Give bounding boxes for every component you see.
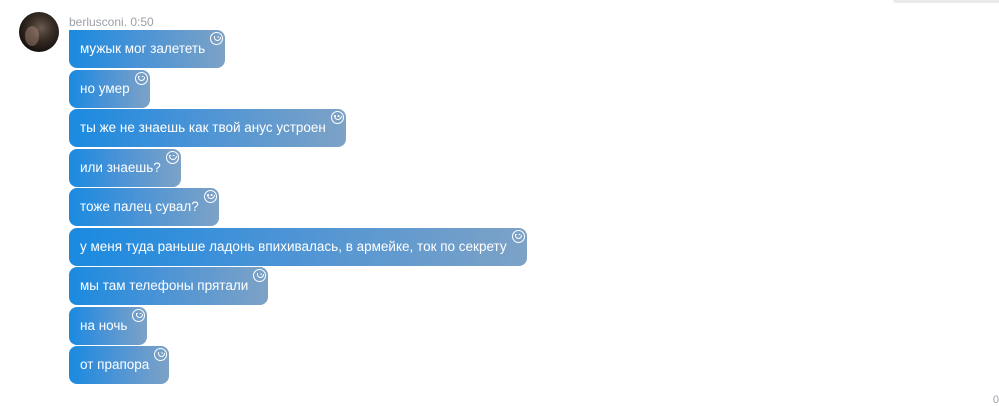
author-name[interactable]: berlusconi. [69,15,127,29]
corner-counter: 0 [992,394,999,406]
message-text: тоже палец сувал? [80,199,199,214]
message-text: мы там телефоны прятали [80,278,249,293]
message-text: на ночь [80,317,128,333]
message-bubble[interactable]: мужык мог залететь [69,30,226,68]
message-bubble[interactable]: мы там телефоны прятали [69,267,269,305]
smile-icon[interactable] [203,190,217,203]
message-bubble[interactable]: на ночь [69,306,148,345]
smile-icon[interactable] [210,32,224,45]
message-row: или знаешь? [69,148,527,189]
message-text: у меня туда раньше ладонь впихивалась, в… [80,238,507,254]
message-meta: berlusconi. 0:50 [69,15,154,29]
smile-icon[interactable] [330,111,344,124]
message-row: от прапора [69,346,527,386]
message-bubble[interactable]: у меня туда раньше ладонь впихивалась, в… [69,227,527,266]
message-list: мужык мог залететь но умер ты же не знае… [69,30,527,386]
smile-icon[interactable] [165,150,179,164]
message-row: на ночь [69,306,527,347]
message-time: 0:50 [130,15,154,29]
message-row: мы там телефоны прятали [69,267,527,307]
message-text: от прапора [80,357,150,372]
smile-icon[interactable] [253,269,267,282]
message-text: мужык мог залететь [80,41,206,56]
message-bubble[interactable]: или знаешь? [69,148,181,187]
smile-icon[interactable] [511,229,525,243]
smile-icon[interactable] [132,308,146,322]
smile-icon[interactable] [134,71,148,85]
avatar[interactable] [19,12,59,52]
smile-icon[interactable] [154,348,168,361]
message-bubble[interactable]: от прапора [69,346,170,384]
message-text: ты же не знаешь как твой анус устроен [80,120,326,135]
message-row: мужык мог залететь [69,30,527,70]
message-text: но умер [80,80,130,96]
message-bubble[interactable]: но умер [69,69,150,108]
top-scrollbar[interactable] [893,0,999,3]
message-row: но умер [69,69,527,110]
message-bubble[interactable]: тоже палец сувал? [69,188,219,226]
message-bubble[interactable]: ты же не знаешь как твой анус устроен [69,109,346,147]
message-text: или знаешь? [80,159,161,175]
message-row: тоже палец сувал? [69,188,527,228]
message-row: ты же не знаешь как твой анус устроен [69,109,527,149]
message-row: у меня туда раньше ладонь впихивалась, в… [69,227,527,268]
